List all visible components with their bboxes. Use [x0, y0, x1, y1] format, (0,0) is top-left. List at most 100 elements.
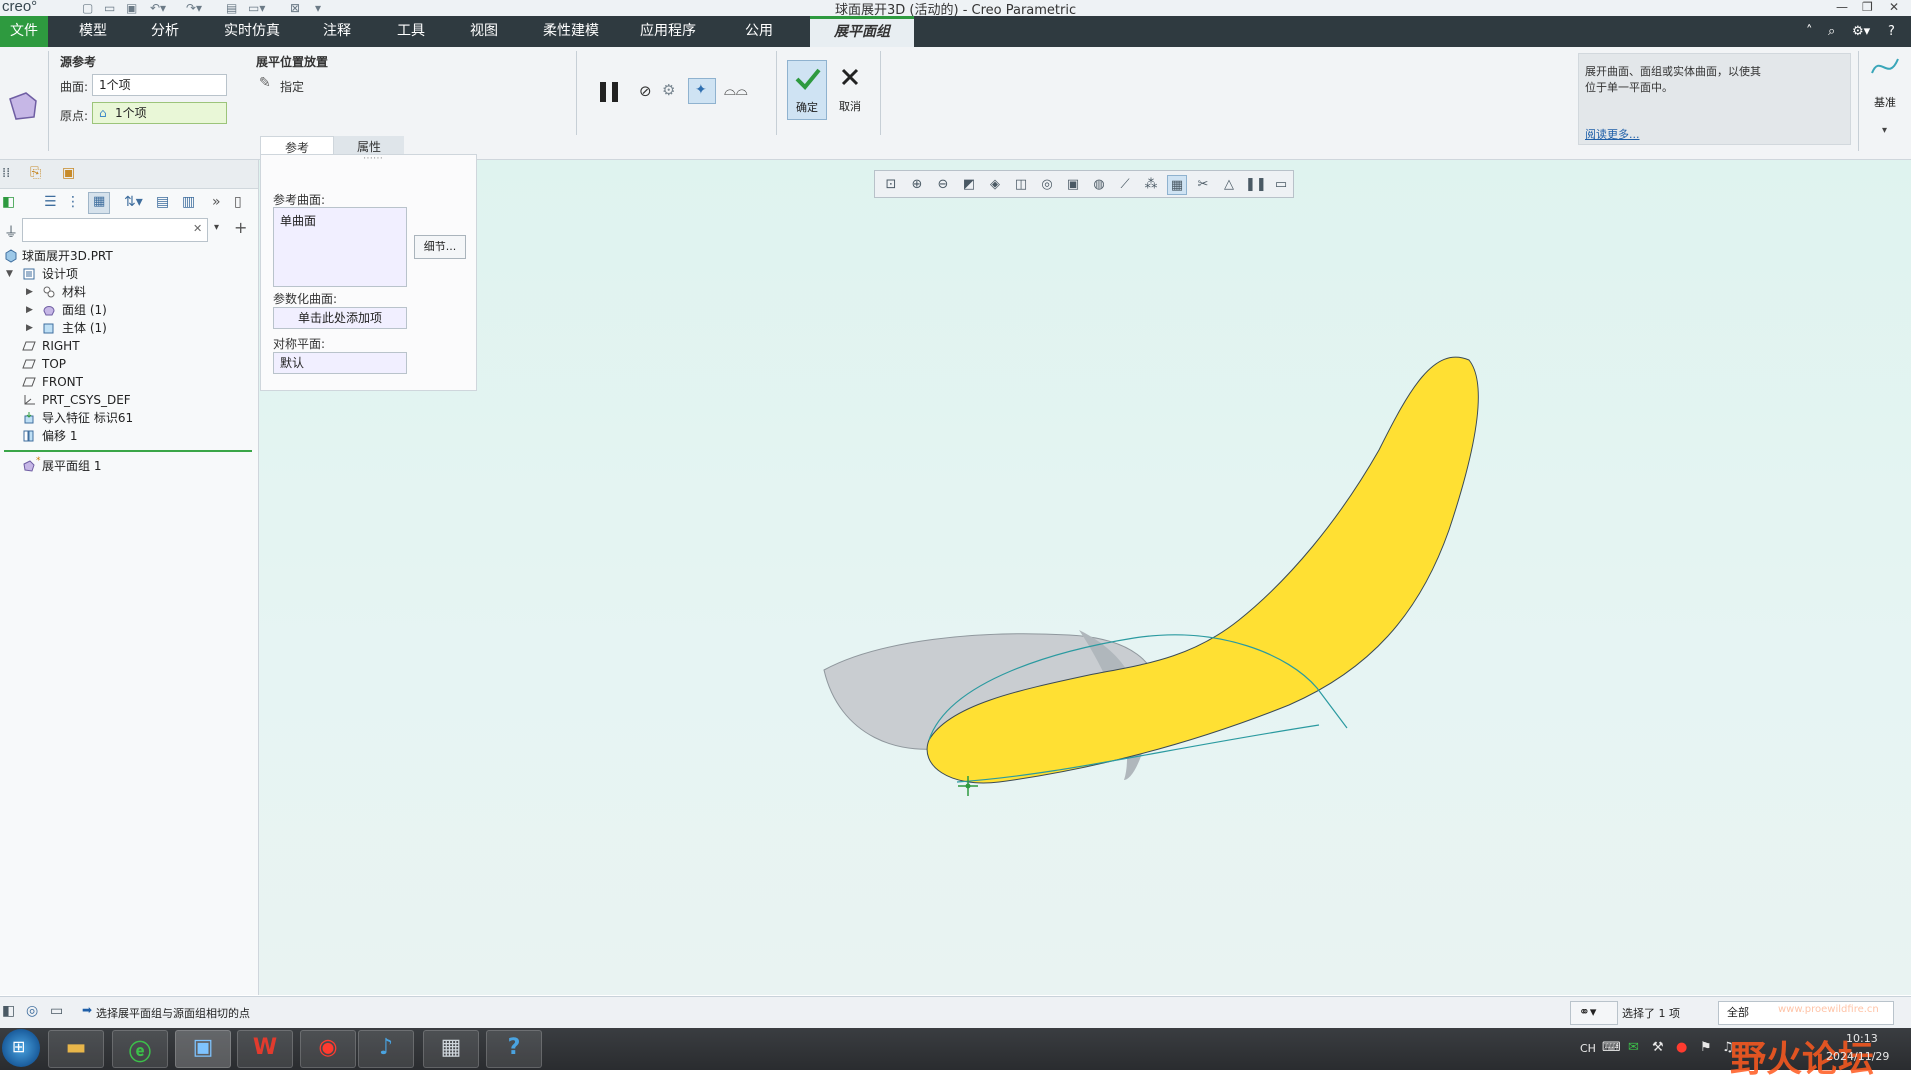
display-style-icon[interactable]: ◫ [1011, 175, 1031, 195]
cancel-button[interactable]: 取消 [830, 60, 870, 120]
close-window-icon[interactable]: ⊠ [290, 1, 300, 15]
ref-surface-collector[interactable]: 单曲面 [273, 207, 407, 287]
taskbar-explorer[interactable]: ▬ [48, 1030, 104, 1068]
pause-animation-icon[interactable]: ❚❚ [1245, 175, 1267, 195]
menu-flatten-quilt[interactable]: 展平面组 [810, 16, 914, 47]
menu-flexible-modeling[interactable]: 柔性建模 [531, 16, 611, 47]
saved-orientations-icon[interactable]: ◎ [1037, 175, 1057, 195]
model-view[interactable] [259, 160, 1911, 995]
datum-dropdown-icon[interactable]: ▾ [1882, 125, 1887, 136]
save-icon[interactable]: ▣ [126, 1, 137, 15]
flattened-surface[interactable] [926, 356, 1479, 784]
specify-button[interactable]: 指定 [280, 78, 304, 95]
expand-icon[interactable]: ▶ [26, 300, 33, 320]
insert-indicator[interactable] [4, 450, 252, 452]
input-language[interactable]: CH [1580, 1042, 1596, 1055]
customize-qa-icon[interactable]: ▾ [315, 1, 321, 15]
menu-model[interactable]: 模型 [66, 16, 120, 47]
show-tree-icon[interactable]: ☰ [44, 194, 57, 210]
layers-icon[interactable]: ▭ [1271, 175, 1291, 195]
clock-date[interactable]: 2024/11/29 [1826, 1050, 1889, 1063]
taskbar-creo[interactable]: ▣ [175, 1030, 231, 1068]
more-icon[interactable]: » [212, 194, 221, 210]
param-surface-collector[interactable]: 单击此处添加项 [273, 307, 407, 329]
model-tree-icon[interactable]: ◧ [2, 194, 15, 210]
sym-plane-collector[interactable]: 默认 [273, 352, 407, 374]
menu-file[interactable]: 文件 [0, 16, 48, 47]
full-screen-icon[interactable]: ▭ [50, 1003, 63, 1019]
collapse-icon[interactable]: ▼ [6, 264, 13, 284]
expand-icon[interactable]: ▶ [26, 282, 33, 302]
open-file-icon[interactable]: ▭ [104, 1, 115, 15]
tree-options-icon[interactable]: ▯ [234, 194, 242, 210]
surface-collector[interactable]: 1个项 [92, 74, 227, 96]
menu-view[interactable]: 视图 [457, 16, 511, 47]
datum-curve-icon[interactable] [1870, 53, 1902, 79]
redo-icon[interactable]: ↷▾ [186, 1, 202, 15]
details-button[interactable]: 细节... [414, 235, 466, 259]
tree-columns-icon[interactable]: ⇅▾ [124, 194, 143, 210]
taskbar-calculator[interactable]: ▦ [423, 1030, 479, 1068]
wechat-icon[interactable]: ✉ [1628, 1040, 1639, 1055]
search-icon[interactable]: ⌕ [1828, 16, 1835, 47]
smart-selection-button[interactable]: ⚭▾ [1570, 1001, 1618, 1025]
view-manager-icon[interactable]: ▣ [1063, 175, 1083, 195]
graphics-window[interactable] [259, 160, 1911, 995]
menu-tools[interactable]: 工具 [384, 16, 438, 47]
layer-tree-button[interactable]: ▦ [88, 192, 110, 214]
taskbar-video[interactable]: ◉ [300, 1030, 356, 1068]
filter-icon[interactable]: ⏚ [4, 222, 18, 242]
menu-annotate[interactable]: 注释 [310, 16, 364, 47]
perspective-icon[interactable]: ◍ [1089, 175, 1109, 195]
expand-icon[interactable]: ▶ [26, 318, 33, 338]
clock-time[interactable]: 10:13 [1846, 1032, 1878, 1045]
collapse-ribbon-icon[interactable]: ˄ [1806, 16, 1813, 47]
spin-center-icon[interactable]: ✂ [1193, 175, 1213, 195]
preview-dynamic-button[interactable]: ✦ [688, 78, 716, 104]
show-icon[interactable]: ▥ [182, 194, 195, 210]
settings-icon[interactable]: ⚙▾ [1852, 16, 1870, 47]
new-file-icon[interactable]: ▢ [82, 1, 93, 15]
taskbar-music[interactable]: ♪ [358, 1030, 414, 1068]
flag-icon[interactable]: ⚑ [1700, 1040, 1712, 1055]
repaint-icon[interactable]: ◩ [959, 175, 979, 195]
zoom-in-icon[interactable]: ⊕ [907, 175, 927, 195]
pause-button[interactable] [596, 78, 624, 106]
tree-settings-icon[interactable]: ▤ [156, 194, 169, 210]
show-navigator-icon[interactable]: ◧ [2, 1003, 15, 1019]
datum-button[interactable]: 基准 [1874, 94, 1896, 110]
verify-glasses-icon[interactable]: ⌓⌓ [724, 81, 748, 99]
appearance-icon[interactable]: ◈ [985, 175, 1005, 195]
no-preview-icon[interactable]: ⊘ [639, 82, 652, 100]
panel-grip[interactable]: ⋯⋯ [363, 153, 383, 164]
tree-search-input[interactable]: ✕ [22, 218, 208, 242]
regenerate-icon[interactable]: ▤ [226, 1, 237, 15]
section-icon[interactable]: ⟋ [1115, 175, 1135, 195]
add-filter-icon[interactable]: + [234, 218, 247, 237]
datum-display-icon[interactable]: ⁂ [1141, 175, 1161, 195]
annotation-display-icon[interactable]: ▦ [1167, 175, 1187, 195]
preview-static-icon[interactable]: ⚙ [662, 81, 675, 99]
search-dropdown-icon[interactable]: ▾ [214, 222, 219, 233]
keyboard-icon[interactable]: ⌨ [1602, 1040, 1621, 1055]
model-tree-tab-icon[interactable]: ⁞⁞ [2, 166, 10, 181]
show-browser-icon[interactable]: ◎ [26, 1003, 38, 1019]
triangle-icon[interactable]: △ [1219, 175, 1239, 195]
menu-applications[interactable]: 应用程序 [628, 16, 708, 47]
windows-icon[interactable]: ▭▾ [248, 1, 265, 15]
minimize-icon[interactable]: — [1836, 0, 1848, 14]
favorites-icon[interactable]: ▣ [62, 165, 75, 181]
help-icon[interactable]: ? [1888, 16, 1895, 47]
tree-filter-icon[interactable]: ⋮ [66, 194, 80, 210]
taskbar-browser[interactable]: ⓔ [112, 1030, 168, 1068]
close-icon[interactable]: ✕ [1889, 0, 1899, 14]
network-icon[interactable]: ⚒ [1652, 1040, 1664, 1055]
folder-browser-icon[interactable]: ⎘ [30, 165, 41, 181]
origin-collector[interactable]: ⌂ 1个项 [92, 102, 227, 124]
app-tray-icon[interactable]: ● [1676, 1040, 1687, 1055]
menu-common[interactable]: 公用 [732, 16, 786, 47]
read-more-link[interactable]: 阅读更多... [1585, 126, 1640, 142]
zoom-out-icon[interactable]: ⊖ [933, 175, 953, 195]
start-button[interactable]: ⊞ [2, 1029, 40, 1067]
clear-search-icon[interactable]: ✕ [193, 222, 202, 235]
